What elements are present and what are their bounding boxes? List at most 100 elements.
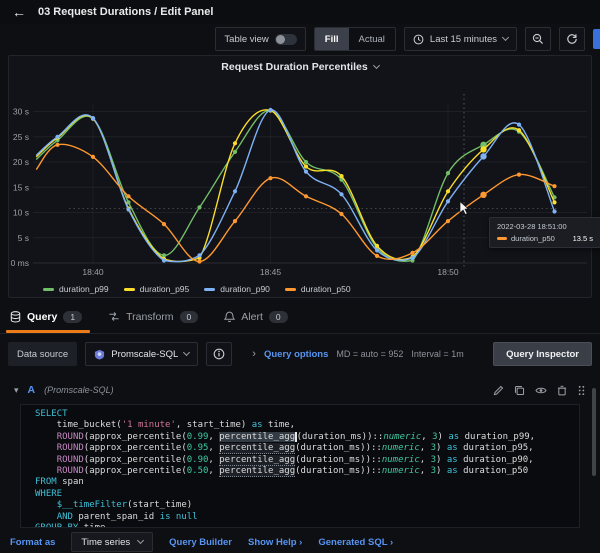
data-point-duration_p90[interactable]: [375, 248, 379, 252]
tab-transform-label: Transform: [126, 311, 173, 323]
data-point-duration_p90[interactable]: [162, 258, 166, 262]
table-view-toggle-group[interactable]: Table view: [215, 27, 305, 51]
data-point-duration_p95[interactable]: [339, 174, 343, 178]
data-point-duration_p90[interactable]: [197, 253, 201, 257]
data-point-duration_p95[interactable]: [480, 146, 486, 152]
data-point-duration_p90[interactable]: [339, 192, 343, 196]
series-line-duration_p99[interactable]: [36, 110, 554, 261]
refresh-button[interactable]: [559, 27, 585, 51]
data-point-duration_p50[interactable]: [268, 176, 272, 180]
partial-save-button[interactable]: [593, 29, 600, 49]
pencil-icon[interactable]: [493, 385, 504, 396]
code-line[interactable]: ROUND(approx_percentile(0.50, percentile…: [35, 466, 579, 477]
data-point-duration_p50[interactable]: [552, 184, 556, 188]
eye-icon[interactable]: [535, 385, 547, 396]
generated-sql-link[interactable]: Generated SQL ›: [318, 537, 393, 548]
fill-button[interactable]: Fill: [315, 28, 349, 50]
copy-icon[interactable]: [514, 385, 525, 396]
data-point-duration_p90[interactable]: [91, 116, 95, 120]
data-point-duration_p50[interactable]: [375, 254, 379, 258]
data-point-duration_p50[interactable]: [446, 219, 450, 223]
data-point-duration_p50[interactable]: [126, 194, 130, 198]
datasource-picker[interactable]: Promscale-SQL: [85, 342, 198, 366]
data-point-duration_p50[interactable]: [162, 222, 166, 226]
code-line[interactable]: ROUND(approx_percentile(0.90, percentile…: [35, 455, 579, 466]
data-point-duration_p50[interactable]: [304, 194, 308, 198]
data-point-duration_p95[interactable]: [375, 244, 379, 248]
datasource-help-button[interactable]: [206, 342, 232, 366]
format-select[interactable]: Time series: [71, 532, 153, 552]
data-point-duration_p90[interactable]: [410, 256, 414, 260]
data-point-duration_p90[interactable]: [480, 153, 486, 159]
zoom-out-button[interactable]: [525, 27, 551, 51]
code-line[interactable]: ROUND(approx_percentile(0.99, percentile…: [35, 432, 579, 443]
data-point-duration_p50[interactable]: [480, 192, 486, 198]
table-view-toggle[interactable]: [275, 34, 297, 45]
code-token: numeric: [382, 443, 420, 453]
data-point-duration_p90[interactable]: [268, 108, 272, 112]
tab-transform[interactable]: Transform 0: [108, 300, 198, 333]
data-point-duration_p90[interactable]: [55, 135, 59, 139]
code-line[interactable]: GROUP BY time: [35, 523, 579, 528]
query-inspector-button[interactable]: Query Inspector: [493, 342, 592, 366]
code-line[interactable]: $__timeFilter(start_time): [35, 500, 579, 511]
show-help-link[interactable]: Show Help ›: [248, 537, 302, 548]
data-point-duration_p99[interactable]: [446, 171, 450, 175]
drag-handle-icon[interactable]: [577, 385, 586, 396]
code-line[interactable]: WHERE: [35, 489, 579, 500]
data-point-duration_p95[interactable]: [304, 164, 308, 168]
code-line[interactable]: FROM span: [35, 477, 579, 488]
data-point-duration_p95[interactable]: [446, 189, 450, 193]
code-line[interactable]: ROUND(approx_percentile(0.95, percentile…: [35, 443, 579, 454]
clock-icon: [413, 34, 424, 45]
data-point-duration_p99[interactable]: [304, 160, 308, 164]
legend-item-duration_p90[interactable]: duration_p90: [204, 284, 270, 294]
data-point-duration_p99[interactable]: [233, 150, 237, 154]
data-point-duration_p50[interactable]: [517, 173, 521, 177]
actual-button[interactable]: Actual: [349, 28, 395, 50]
tab-alert[interactable]: Alert 0: [224, 300, 287, 333]
query-builder-link[interactable]: Query Builder: [169, 537, 232, 548]
code-line[interactable]: time_bucket('1 minute', start_time) as t…: [35, 420, 579, 431]
time-range-picker[interactable]: Last 15 minutes: [404, 27, 517, 51]
code-line[interactable]: SELECT: [35, 409, 579, 420]
generated-sql-label: Generated SQL: [318, 537, 387, 548]
data-point-duration_p50[interactable]: [197, 259, 201, 263]
trash-icon[interactable]: [557, 385, 567, 396]
data-point-duration_p95[interactable]: [233, 141, 237, 145]
data-point-duration_p99[interactable]: [162, 253, 166, 257]
data-point-duration_p50[interactable]: [55, 143, 59, 147]
data-point-duration_p90[interactable]: [126, 207, 130, 211]
legend-item-duration_p99[interactable]: duration_p99: [43, 284, 109, 294]
code-token: percentile_agg: [219, 443, 295, 454]
data-point-duration_p50[interactable]: [233, 219, 237, 223]
back-arrow-icon[interactable]: ←: [12, 5, 26, 19]
query-row-header[interactable]: ▾ A (Promscale-SQL): [14, 380, 586, 400]
data-point-duration_p90[interactable]: [233, 189, 237, 193]
legend-item-duration_p95[interactable]: duration_p95: [124, 284, 190, 294]
legend-item-duration_p50[interactable]: duration_p50: [285, 284, 351, 294]
page-scrollbar[interactable]: [592, 388, 596, 476]
query-options-link[interactable]: Query options: [264, 349, 328, 360]
data-point-duration_p50[interactable]: [410, 251, 414, 255]
data-point-duration_p90[interactable]: [304, 170, 308, 174]
data-point-duration_p99[interactable]: [197, 205, 201, 209]
code-line[interactable]: AND parent_span_id is null: [35, 512, 579, 523]
tab-query[interactable]: Query 1: [10, 300, 82, 333]
series-line-duration_p90[interactable]: [36, 110, 554, 262]
collapse-caret-icon[interactable]: ▾: [14, 385, 19, 396]
data-point-duration_p95[interactable]: [517, 128, 521, 132]
time-series-chart[interactable]: 0 ms5 s10 s15 s20 s25 s30 s18:4018:4518:…: [9, 56, 593, 299]
data-point-duration_p90[interactable]: [552, 209, 556, 213]
data-point-duration_p95[interactable]: [552, 200, 556, 204]
code-token: ROUND: [57, 455, 84, 465]
code-token: ,: [421, 432, 432, 442]
format-as-label: Format as: [10, 537, 55, 548]
sql-code-editor[interactable]: SELECT time_bucket('1 minute', start_tim…: [20, 404, 580, 528]
data-point-duration_p50[interactable]: [339, 212, 343, 216]
top-header: ← 03 Request Durations / Edit Panel: [0, 0, 600, 24]
series-line-duration_p95[interactable]: [36, 110, 554, 262]
data-point-duration_p90[interactable]: [517, 123, 521, 127]
data-point-duration_p90[interactable]: [446, 199, 450, 203]
data-point-duration_p50[interactable]: [91, 155, 95, 159]
